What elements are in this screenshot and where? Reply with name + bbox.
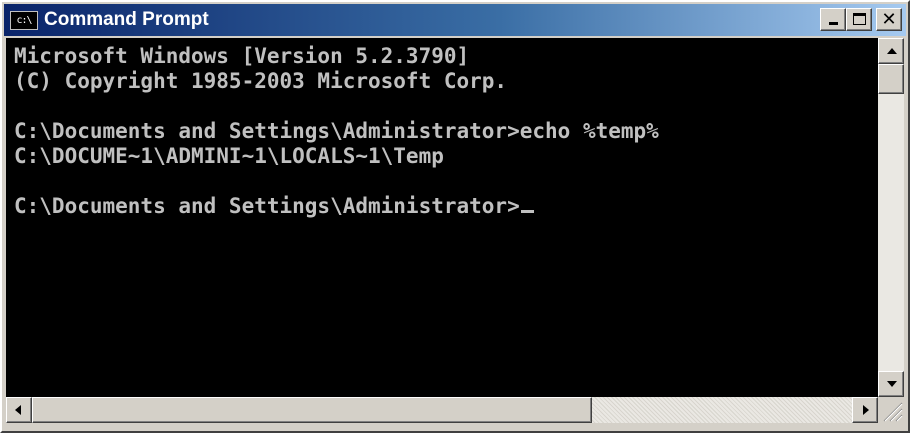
- scroll-right-button[interactable]: [852, 397, 878, 423]
- vertical-scrollbar[interactable]: [878, 38, 904, 397]
- title-bar[interactable]: c:\ Command Prompt ✕: [4, 4, 906, 36]
- scroll-down-button[interactable]: [878, 371, 904, 397]
- resize-grip[interactable]: [878, 397, 904, 423]
- close-icon: ✕: [881, 9, 897, 30]
- console-line: C:\Documents and Settings\Administrator>…: [14, 119, 659, 143]
- arrow-down-icon: [887, 381, 897, 387]
- console-text: Microsoft Windows [Version 5.2.3790] (C)…: [6, 38, 878, 219]
- arrow-right-icon: [863, 405, 869, 415]
- console-line: (C) Copyright 1985-2003 Microsoft Corp.: [14, 69, 508, 93]
- vertical-scroll-thumb[interactable]: [878, 64, 904, 94]
- minimize-button[interactable]: [820, 8, 846, 31]
- maximize-button[interactable]: [846, 8, 872, 31]
- window-title: Command Prompt: [44, 9, 209, 30]
- scroll-left-button[interactable]: [6, 397, 32, 423]
- console-prompt-line: C:\Documents and Settings\Administrator>: [14, 194, 520, 218]
- command-prompt-window: c:\ Command Prompt ✕ Microsoft Windows […: [0, 0, 910, 433]
- arrow-left-icon: [15, 405, 21, 415]
- resize-grip-icon: [883, 402, 903, 422]
- console-output[interactable]: Microsoft Windows [Version 5.2.3790] (C)…: [6, 38, 878, 397]
- cmd-icon[interactable]: c:\: [10, 11, 38, 30]
- console-line: C:\DOCUME~1\ADMINI~1\LOCALS~1\Temp: [14, 144, 444, 168]
- arrow-up-icon: [887, 48, 897, 54]
- minimize-icon: [829, 22, 838, 25]
- horizontal-scroll-thumb[interactable]: [32, 397, 592, 423]
- close-button[interactable]: ✕: [876, 8, 902, 31]
- horizontal-scrollbar[interactable]: [6, 397, 878, 423]
- text-cursor: [520, 210, 534, 213]
- maximize-icon: [853, 13, 866, 25]
- scroll-up-button[interactable]: [878, 38, 904, 64]
- console-line: Microsoft Windows [Version 5.2.3790]: [14, 44, 470, 68]
